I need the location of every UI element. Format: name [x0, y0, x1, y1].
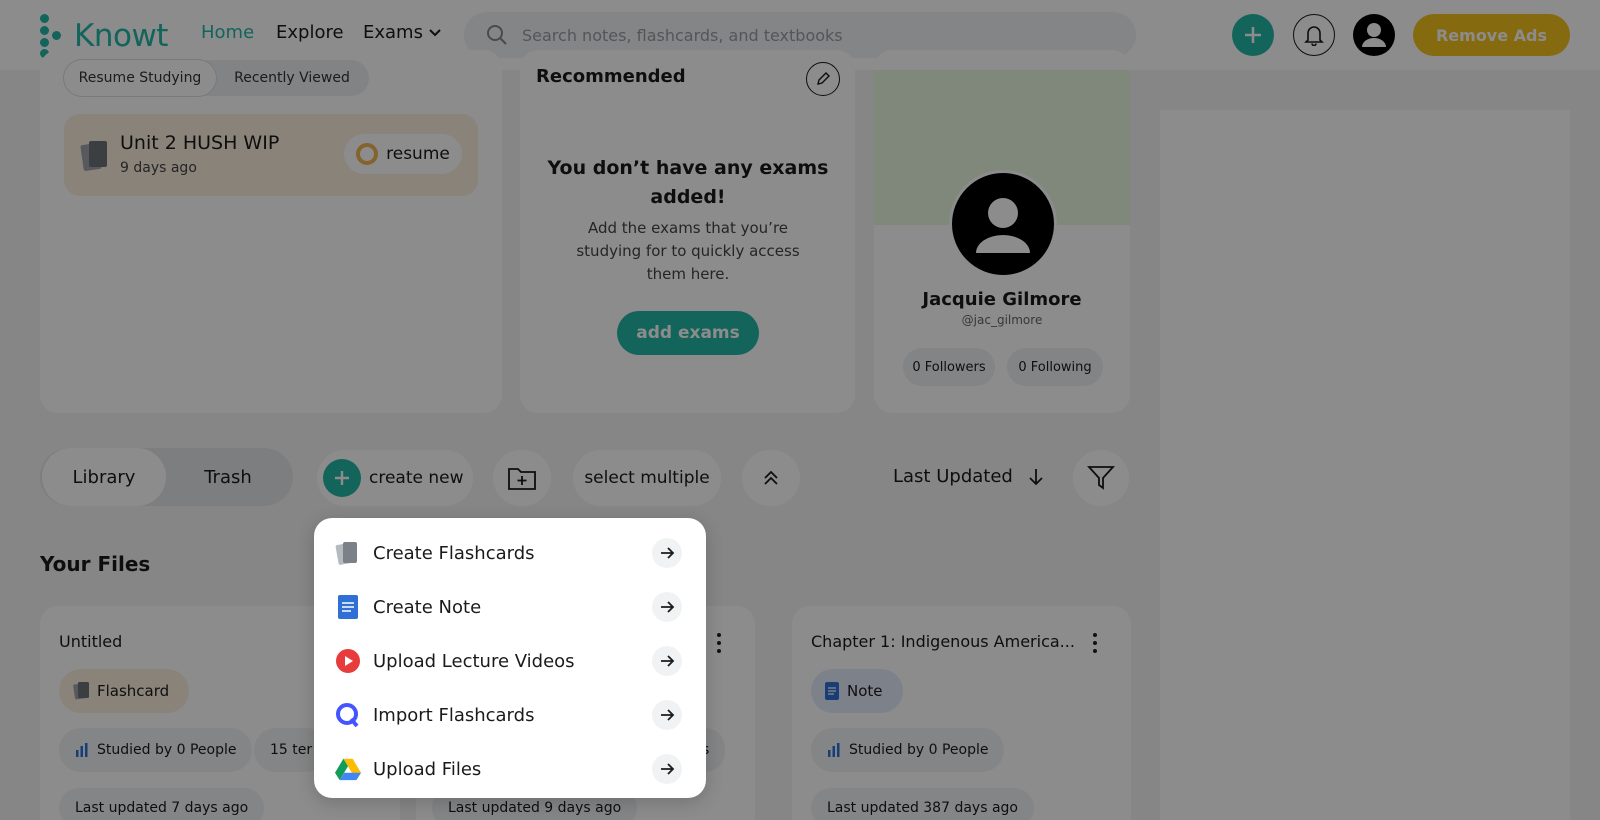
modal-backdrop[interactable]	[0, 0, 1600, 820]
create-new-menu: Create Flashcards Create Note Upload Lec…	[314, 518, 706, 798]
menu-item-label: Create Flashcards	[373, 542, 535, 564]
menu-item-upload-files[interactable]: Upload Files	[314, 742, 706, 796]
quizlet-icon	[335, 702, 361, 728]
flashcards-icon	[335, 540, 361, 566]
arrow-right-icon	[652, 754, 682, 784]
menu-item-import-flashcards[interactable]: Import Flashcards	[314, 688, 706, 742]
video-play-icon	[335, 648, 361, 674]
menu-item-upload-lecture-videos[interactable]: Upload Lecture Videos	[314, 634, 706, 688]
menu-item-label: Upload Lecture Videos	[373, 650, 575, 672]
menu-item-label: Upload Files	[373, 758, 482, 780]
arrow-right-icon	[652, 538, 682, 568]
arrow-right-icon	[652, 646, 682, 676]
arrow-right-icon	[652, 700, 682, 730]
note-doc-icon	[335, 594, 361, 620]
menu-item-label: Create Note	[373, 596, 482, 618]
google-drive-icon	[335, 756, 361, 782]
arrow-right-icon	[652, 592, 682, 622]
menu-item-label: Import Flashcards	[373, 704, 535, 726]
menu-item-create-note[interactable]: Create Note	[314, 580, 706, 634]
menu-item-create-flashcards[interactable]: Create Flashcards	[314, 526, 706, 580]
